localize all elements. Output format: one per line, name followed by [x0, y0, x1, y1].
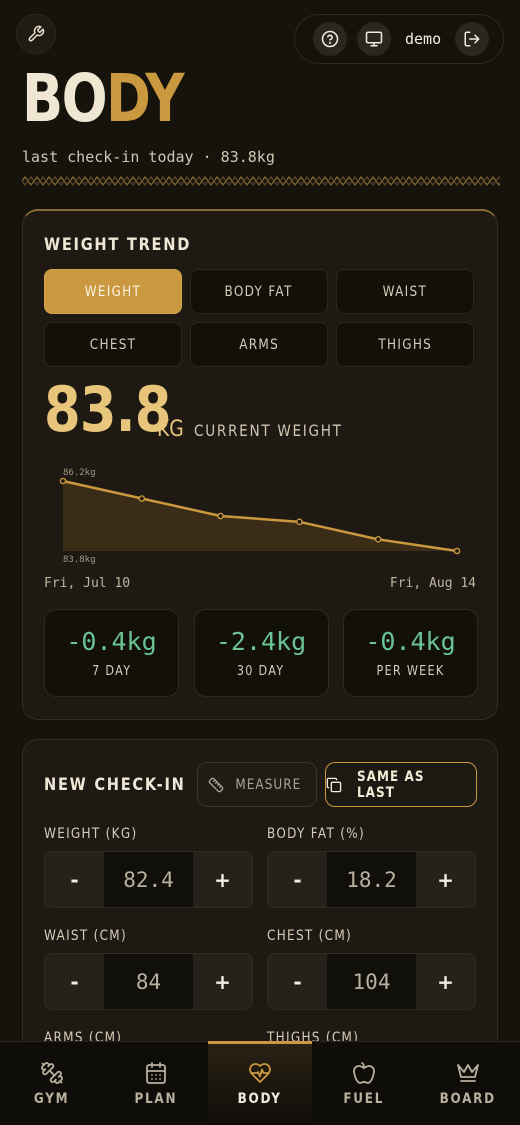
- help-button[interactable]: [313, 22, 347, 56]
- crown-icon: [457, 1063, 479, 1082]
- stats-row: -0.4kg 7 DAY -2.4kg 30 DAY -0.4kg PER WE…: [44, 609, 478, 697]
- nav-board[interactable]: BOARD: [416, 1042, 520, 1125]
- copy-icon: [326, 777, 342, 792]
- heart-pulse-icon: [249, 1062, 271, 1083]
- stat-value: -2.4kg: [215, 627, 307, 656]
- increment-button[interactable]: +: [193, 852, 252, 907]
- tab-weight[interactable]: WEIGHT: [44, 269, 182, 314]
- stat-label: 30 DAY: [237, 664, 285, 679]
- chart-area-fill: [63, 481, 457, 551]
- same-as-last-button[interactable]: SAME AS LAST: [325, 762, 477, 807]
- chart-point: [138, 495, 146, 502]
- metric-tabs: WEIGHT BODY FAT WAIST CHEST ARMS THIGHS: [44, 269, 478, 367]
- page-logo: BODY: [22, 60, 185, 137]
- stat-value: -0.4kg: [365, 627, 456, 656]
- increment-button[interactable]: +: [416, 954, 475, 1009]
- body-fat-stepper: - 18.2 +: [267, 851, 476, 908]
- decrement-button[interactable]: -: [45, 954, 104, 1009]
- chart-point: [217, 512, 224, 520]
- chart-point: [296, 518, 303, 526]
- account-bar: demo: [294, 14, 504, 64]
- weight-stepper: - 82.4 +: [44, 851, 253, 908]
- increment-button[interactable]: +: [193, 954, 252, 1009]
- stat-30-day: -2.4kg 30 DAY: [193, 609, 329, 697]
- decrement-button[interactable]: -: [45, 852, 104, 907]
- current-weight-label: CURRENT WEIGHT: [194, 421, 343, 440]
- logout-icon: [464, 31, 480, 47]
- apple-icon: [353, 1061, 375, 1084]
- body-fat-field-label: BODY FAT (%): [267, 826, 365, 842]
- tab-chest[interactable]: CHEST: [44, 322, 182, 367]
- chart-point: [374, 536, 382, 543]
- decrement-button[interactable]: -: [268, 852, 327, 907]
- help-icon: [321, 30, 339, 48]
- body-fat-input[interactable]: 18.2: [327, 852, 416, 907]
- settings-button[interactable]: [16, 14, 56, 54]
- bottom-nav: GYM PLAN BODY FUEL BOARD: [0, 1041, 520, 1125]
- wrench-icon: [28, 25, 45, 42]
- tab-waist[interactable]: WAIST: [336, 269, 474, 314]
- tab-thighs[interactable]: THIGHS: [336, 322, 474, 367]
- logout-button[interactable]: [455, 22, 490, 56]
- stat-label: PER WEEK: [376, 664, 445, 679]
- weight-trend-card: WEIGHT TREND WEIGHT BODY FAT WAIST CHEST…: [22, 209, 498, 720]
- increment-button[interactable]: +: [416, 852, 475, 907]
- nav-fuel[interactable]: FUEL: [312, 1042, 416, 1125]
- waist-stepper: - 84 +: [44, 953, 253, 1010]
- stat-value: -0.4kg: [66, 627, 157, 656]
- current-weight-value: 83.8: [44, 373, 171, 446]
- waist-field-label: WAIST (CM): [44, 928, 127, 944]
- tab-arms[interactable]: ARMS: [190, 322, 328, 367]
- new-checkin-card: NEW CHECK-IN MEASURE SAME AS LAST WEIGHT…: [22, 739, 498, 1059]
- stat-per-week: -0.4kg PER WEEK: [343, 609, 478, 697]
- display-button[interactable]: [357, 22, 391, 56]
- chest-input[interactable]: 104: [327, 954, 416, 1009]
- tab-body-fat[interactable]: BODY FAT: [190, 269, 328, 314]
- monitor-icon: [365, 31, 383, 47]
- chart-point: [453, 547, 461, 555]
- chart-min-label: 83.8kg: [63, 555, 96, 565]
- chart-start-date: Fri, Jul 10: [44, 576, 131, 591]
- weight-input[interactable]: 82.4: [104, 852, 193, 907]
- chart-max-label: 86.2kg: [63, 468, 96, 478]
- username: demo: [405, 30, 442, 48]
- stat-7-day: -0.4kg 7 DAY: [44, 609, 179, 697]
- current-weight-unit: KG: [157, 417, 184, 442]
- card-title: WEIGHT TREND: [44, 235, 192, 255]
- waist-input[interactable]: 84: [104, 954, 193, 1009]
- weight-trend-chart: 86.2kg 83.8kg: [59, 468, 461, 565]
- card-title: NEW CHECK-IN: [44, 775, 186, 795]
- weight-field-label: WEIGHT (KG): [44, 826, 138, 842]
- chest-field-label: CHEST (CM): [267, 928, 352, 944]
- stat-label: 7 DAY: [91, 664, 132, 679]
- dumbbell-icon: [41, 1061, 63, 1084]
- measure-button[interactable]: MEASURE: [197, 762, 317, 807]
- zigzag-divider: [22, 176, 500, 186]
- nav-plan[interactable]: PLAN: [104, 1042, 208, 1125]
- nav-body[interactable]: BODY: [208, 1041, 312, 1125]
- decrement-button[interactable]: -: [268, 954, 327, 1009]
- ruler-icon: [208, 777, 224, 792]
- chart-end-date: Fri, Aug 14: [389, 576, 476, 591]
- last-checkin-subtitle: last check-in today · 83.8kg: [22, 148, 275, 166]
- chest-stepper: - 104 +: [267, 953, 476, 1010]
- nav-gym[interactable]: GYM: [0, 1042, 104, 1125]
- calendar-icon: [146, 1061, 166, 1084]
- chart-point: [59, 477, 67, 485]
